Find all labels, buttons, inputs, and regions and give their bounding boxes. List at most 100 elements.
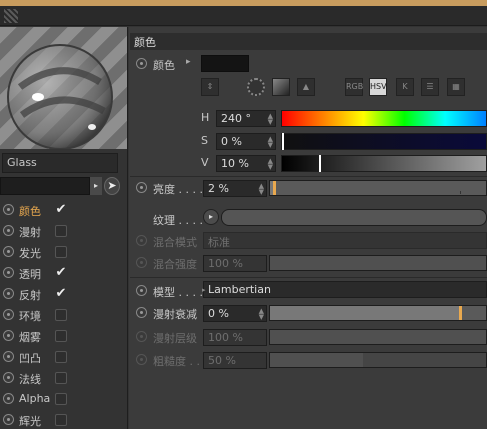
spectrum-icon[interactable]	[272, 78, 290, 96]
spinner-icon[interactable]: ▲ ▼	[268, 136, 273, 149]
slider-fill	[270, 353, 363, 367]
blend-mode-radio-icon	[136, 235, 147, 246]
spinner-icon[interactable]: ▲ ▼	[268, 113, 273, 126]
diffuse-level-radio-icon	[136, 331, 147, 342]
texture-menu-icon[interactable]: ▸	[203, 209, 219, 225]
color-wheel-icon[interactable]	[247, 78, 265, 96]
diffuse-falloff-field[interactable]: 0 % ▲ ▼	[203, 305, 267, 322]
mixer-icon[interactable]: ☰	[421, 78, 439, 96]
channel-label: 烟雾	[19, 331, 41, 344]
v-field[interactable]: 10 % ▲ ▼	[216, 155, 276, 172]
brightness-slider[interactable]	[269, 180, 487, 196]
channel-radio-icon[interactable]	[3, 309, 14, 320]
channel-checkbox[interactable]: ✔	[55, 266, 67, 279]
brightness-radio-icon[interactable]	[136, 182, 147, 193]
channel-label: 环境	[19, 310, 41, 323]
v-label: V	[201, 156, 209, 169]
channel-radio-icon[interactable]	[3, 288, 14, 299]
channel-radio-icon[interactable]	[3, 204, 14, 215]
channel-radio-icon[interactable]	[3, 267, 14, 278]
channel-checkbox[interactable]	[55, 246, 67, 258]
channel-checkbox[interactable]	[55, 414, 67, 426]
model-select[interactable]: ▸ Lambertian	[202, 281, 487, 298]
color-picker-icon[interactable]: ⇕	[201, 78, 219, 96]
channel-label: 凹凸	[19, 352, 41, 365]
channel-label: 漫射	[19, 226, 41, 239]
hsv-mode-button[interactable]: HSV	[369, 78, 387, 96]
channel-checkbox[interactable]: ✔	[55, 203, 67, 216]
slider-handle[interactable]	[273, 181, 277, 195]
channel-item[interactable]: 辉光	[0, 410, 128, 429]
channel-checkbox[interactable]	[55, 372, 67, 384]
roughness-label: 粗糙度 . . .	[153, 355, 207, 368]
grip-icon[interactable]	[4, 9, 18, 23]
brightness-value: 2 %	[208, 182, 229, 195]
channel-item[interactable]: 发光	[0, 242, 128, 263]
rgb-mode-button[interactable]: RGB	[345, 78, 363, 96]
value-bar[interactable]	[281, 155, 487, 172]
model-radio-icon[interactable]	[136, 285, 147, 296]
s-label: S	[201, 134, 208, 147]
h-field[interactable]: 240 ° ▲ ▼	[216, 110, 276, 127]
texture-slot[interactable]	[221, 209, 487, 226]
kelvin-mode-button[interactable]: K	[396, 78, 414, 96]
brightness-field[interactable]: 2 % ▲ ▼	[203, 180, 267, 197]
brightness-label: 亮度 . . . .	[153, 183, 203, 196]
channel-item[interactable]: 凹凸	[0, 347, 128, 368]
channel-item[interactable]: 颜色 ✔	[0, 200, 128, 221]
pane-divider[interactable]	[127, 27, 128, 429]
blend-strength-field: 100 %	[203, 255, 267, 272]
channel-radio-icon[interactable]	[3, 351, 14, 362]
saturation-bar[interactable]	[281, 133, 487, 150]
color-swatch[interactable]	[201, 55, 249, 72]
section-title: 颜色	[130, 33, 487, 50]
channel-item[interactable]: 漫射	[0, 221, 128, 242]
material-name-field[interactable]: Glass	[2, 153, 118, 173]
color-label: 颜色	[153, 59, 175, 72]
spinner-icon[interactable]: ▲ ▼	[268, 158, 273, 171]
channel-item[interactable]: 法线	[0, 368, 128, 389]
image-icon[interactable]: ▲	[297, 78, 315, 96]
saturation-marker[interactable]	[282, 133, 284, 150]
channel-checkbox[interactable]	[55, 393, 67, 405]
channel-radio-icon[interactable]	[3, 372, 14, 383]
channel-item[interactable]: 烟雾	[0, 326, 128, 347]
channel-checkbox[interactable]	[55, 351, 67, 363]
color-radio-icon[interactable]	[136, 58, 147, 69]
channel-item[interactable]: 反射 ✔	[0, 284, 128, 305]
channel-arrow-button[interactable]: ▸	[90, 177, 102, 195]
channel-radio-icon[interactable]	[3, 414, 14, 425]
s-field[interactable]: 0 % ▲ ▼	[216, 133, 276, 150]
hue-bar[interactable]	[281, 110, 487, 127]
channel-radio-icon[interactable]	[3, 330, 14, 341]
slider-handle[interactable]	[459, 306, 463, 320]
blend-strength-value: 100 %	[208, 257, 243, 270]
channel-item[interactable]: Alpha	[0, 389, 128, 410]
channel-checkbox[interactable]: ✔	[55, 287, 67, 300]
diffuse-falloff-slider[interactable]	[269, 305, 487, 321]
channel-search-field[interactable]	[0, 177, 90, 195]
spinner-icon[interactable]: ▲ ▼	[259, 308, 264, 321]
diffuse-falloff-radio-icon[interactable]	[136, 307, 147, 318]
channel-item[interactable]: 环境	[0, 305, 128, 326]
swatches-icon[interactable]: ▦	[447, 78, 465, 96]
roughness-slider	[269, 352, 487, 368]
separator	[130, 176, 487, 177]
channel-checkbox[interactable]	[55, 309, 67, 321]
channel-radio-icon[interactable]	[3, 246, 14, 257]
channel-checkbox[interactable]	[55, 330, 67, 342]
blend-mode-label: 混合模式	[153, 236, 197, 249]
channel-radio-icon[interactable]	[3, 225, 14, 236]
spinner-icon[interactable]: ▲ ▼	[259, 183, 264, 196]
channel-radio-icon[interactable]	[3, 393, 14, 404]
channel-item[interactable]: 透明 ✔	[0, 263, 128, 284]
pick-cursor-icon[interactable]: ➤	[104, 177, 120, 195]
slider-fill	[270, 256, 486, 270]
texture-label: 纹理 . . . .	[153, 214, 203, 227]
h-value: 240 °	[221, 112, 251, 125]
value-marker[interactable]	[319, 155, 321, 172]
blend-strength-label: 混合强度	[153, 258, 197, 271]
slider-fill	[270, 306, 460, 320]
color-dropdown-icon[interactable]: ▸	[186, 57, 191, 67]
channel-checkbox[interactable]	[55, 225, 67, 237]
